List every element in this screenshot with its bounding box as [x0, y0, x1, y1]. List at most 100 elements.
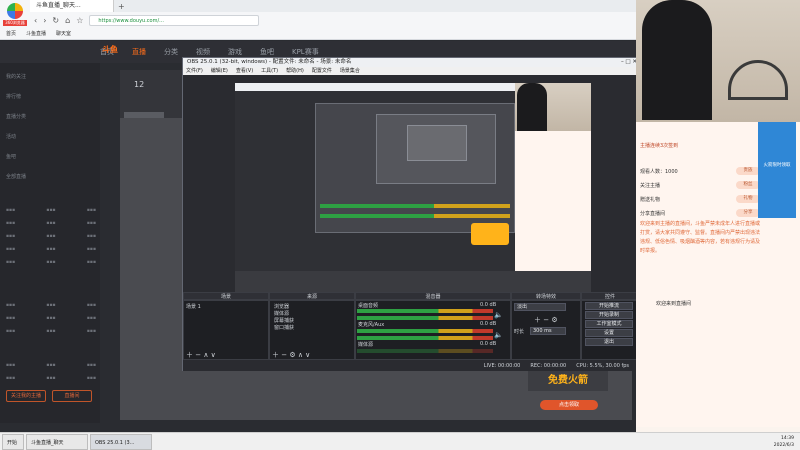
nav-item[interactable]: 视频: [196, 47, 210, 57]
back-icon[interactable]: ‹: [34, 16, 37, 25]
source-item[interactable]: 媒体源: [274, 310, 289, 317]
chat-badge[interactable]: 粉丝: [736, 181, 760, 189]
nested-obs: [315, 103, 515, 233]
preview-person: [517, 83, 547, 131]
browser-logo[interactable]: 360浏览器: [0, 0, 30, 28]
chat-badge[interactable]: 礼物: [736, 195, 760, 203]
source-item[interactable]: 屏幕捕获: [274, 317, 294, 324]
sidebar-item[interactable]: 鱼吧: [6, 153, 16, 160]
forward-icon[interactable]: ›: [43, 16, 46, 25]
menu-item[interactable]: 配置文件: [312, 67, 332, 75]
settings-button[interactable]: 设置: [585, 329, 633, 337]
menu-item[interactable]: 查看(V): [236, 67, 253, 75]
category-row: ▪▪▪ ▪▪▪ ▪▪▪: [6, 376, 96, 381]
side-promo[interactable]: 火箭限时领取: [758, 122, 796, 218]
bookmark-item[interactable]: 首页: [6, 30, 16, 37]
studio-mode-button[interactable]: 工作室模式: [585, 320, 633, 328]
taskbar-item-obs[interactable]: OBS 25.0.1 (3...: [90, 433, 152, 450]
chat-badge[interactable]: 贵族: [736, 167, 760, 175]
webcam-object: [728, 60, 788, 100]
category-row: ▪▪▪ ▪▪▪ ▪▪▪: [6, 221, 96, 226]
menu-item[interactable]: 文件(F): [186, 67, 203, 75]
promo-banner[interactable]: 免费火箭: [528, 371, 608, 391]
obs-preview[interactable]: [235, 83, 591, 301]
sidebar-item[interactable]: 排行榜: [6, 93, 21, 100]
room-button[interactable]: 直播间: [52, 390, 92, 402]
new-tab-icon[interactable]: +: [118, 2, 125, 11]
taskbar-item-browser[interactable]: 斗鱼直播_聊天: [26, 433, 88, 450]
room-number: 12: [134, 80, 145, 89]
window-controls[interactable]: – □ ✕: [621, 58, 637, 67]
speaker-icon[interactable]: 🔈: [494, 311, 503, 319]
nav-item[interactable]: 分类: [164, 47, 178, 57]
status-rec: REC: 00:00:00: [530, 363, 567, 369]
chat-message: 欢迎来到主播的直播间，斗鱼严禁未成年人进行直播或打赏，请大家共同遵守、监督。直播…: [640, 221, 761, 254]
menu-item[interactable]: 编辑(E): [211, 67, 228, 75]
sidebar-item[interactable]: 我的关注: [6, 73, 26, 80]
nav-item[interactable]: 游戏: [228, 47, 242, 57]
bookmark-item[interactable]: 斗鱼直播: [26, 30, 46, 37]
source-item[interactable]: 浏览器: [274, 303, 289, 310]
favorite-button[interactable]: 关注我的主播: [6, 390, 46, 402]
obs-title: OBS 25.0.1 (32-bit, windows) - 配置文件: 未命名…: [187, 59, 352, 65]
scene-item[interactable]: 场景 1: [186, 303, 201, 310]
nav-item[interactable]: 鱼吧: [260, 47, 274, 57]
browser-tab[interactable]: 斗鱼直播_聊天...: [30, 0, 114, 12]
menu-item[interactable]: 工具(T): [261, 67, 278, 75]
mixer-channel-name: 桌面音频: [358, 303, 379, 309]
bookmark-item[interactable]: 聊天室: [56, 30, 71, 37]
start-recording-button[interactable]: 开始录制: [585, 311, 633, 319]
home-icon[interactable]: ⌂: [65, 16, 70, 25]
site-logo[interactable]: 斗鱼: [102, 44, 128, 58]
menu-item[interactable]: 帮助(H): [286, 67, 304, 75]
scenes-dock: 场景 1 ＋ − ∧ ∨: [183, 300, 269, 360]
preview-capture: [235, 83, 515, 271]
speaker-icon[interactable]: 🔈: [494, 331, 503, 339]
category-row: ▪▪▪ ▪▪▪ ▪▪▪: [6, 329, 96, 334]
browser-logo-icon: [7, 2, 23, 19]
sidebar-item[interactable]: 直播分类: [6, 113, 26, 120]
nav-item-active[interactable]: 直播: [132, 47, 146, 57]
sources-header: 来源: [269, 292, 355, 300]
volume-slider[interactable]: [357, 336, 493, 340]
sidebar-item[interactable]: 全部直播: [6, 173, 26, 180]
category-row: ▪▪▪ ▪▪▪ ▪▪▪: [6, 316, 96, 321]
transitions-dock: 淡出 ＋ − ⚙ 时长 300 ms: [511, 300, 581, 360]
obs-window: OBS 25.0.1 (32-bit, windows) - 配置文件: 未命名…: [182, 57, 639, 371]
mixer-channel-level: 0.0 dB: [480, 321, 497, 327]
sidebar-item[interactable]: 活动: [6, 133, 16, 140]
mixer-channel-name: 麦克风/Aux: [358, 322, 385, 328]
source-item[interactable]: 窗口捕获: [274, 324, 294, 331]
category-row: ▪▪▪ ▪▪▪ ▪▪▪: [6, 234, 96, 239]
promo-claim-button[interactable]: 点击领取: [540, 400, 598, 410]
transition-add-remove[interactable]: ＋ − ⚙: [534, 315, 558, 325]
webcam-feed: [636, 0, 800, 122]
chat-badge[interactable]: 分享: [736, 209, 760, 217]
scenes-header: 场景: [183, 292, 269, 300]
clock-date: 2022/6/3: [773, 443, 794, 448]
audio-meter: [357, 329, 493, 333]
category-row: ▪▪▪ ▪▪▪ ▪▪▪: [6, 363, 96, 368]
start-button[interactable]: 开始: [2, 433, 24, 450]
browser-tab-bar: 斗鱼直播_聊天... +: [0, 0, 636, 12]
exit-button[interactable]: 退出: [585, 338, 633, 346]
preview-chat: [515, 131, 591, 271]
clock-time: 14:39: [781, 436, 794, 441]
volume-slider[interactable]: [357, 316, 493, 320]
bookmarks-bar: 首页 斗鱼直播 聊天室: [0, 28, 636, 40]
obs-menu-bar: 文件(F) 编辑(E) 查看(V) 工具(T) 帮助(H) 配置文件 场景集合: [183, 67, 637, 75]
scene-toolbar[interactable]: ＋ − ∧ ∨: [186, 350, 216, 360]
status-cpu: CPU: 5.5%, 30.00 fps: [576, 363, 629, 369]
reload-icon[interactable]: ↻: [52, 16, 59, 25]
sources-dock: 浏览器 媒体源 屏幕捕获 窗口捕获 ＋ − ⚙ ∧ ∨: [269, 300, 355, 360]
source-toolbar[interactable]: ＋ − ⚙ ∧ ∨: [272, 350, 310, 360]
taskbar: 开始 斗鱼直播_聊天 OBS 25.0.1 (3... 14:39 2022/6…: [0, 432, 800, 450]
duration-input[interactable]: 300 ms: [530, 327, 566, 335]
start-streaming-button[interactable]: 开始推流: [585, 302, 633, 310]
url-input[interactable]: https://www.douyu.com/...: [89, 14, 260, 26]
menu-item[interactable]: 场景集合: [340, 67, 360, 75]
star-icon[interactable]: ☆: [76, 16, 83, 25]
transition-select[interactable]: 淡出: [514, 303, 566, 311]
nav-item[interactable]: KPL赛事: [292, 47, 319, 57]
taskbar-clock[interactable]: 14:39 2022/6/3: [774, 435, 794, 449]
